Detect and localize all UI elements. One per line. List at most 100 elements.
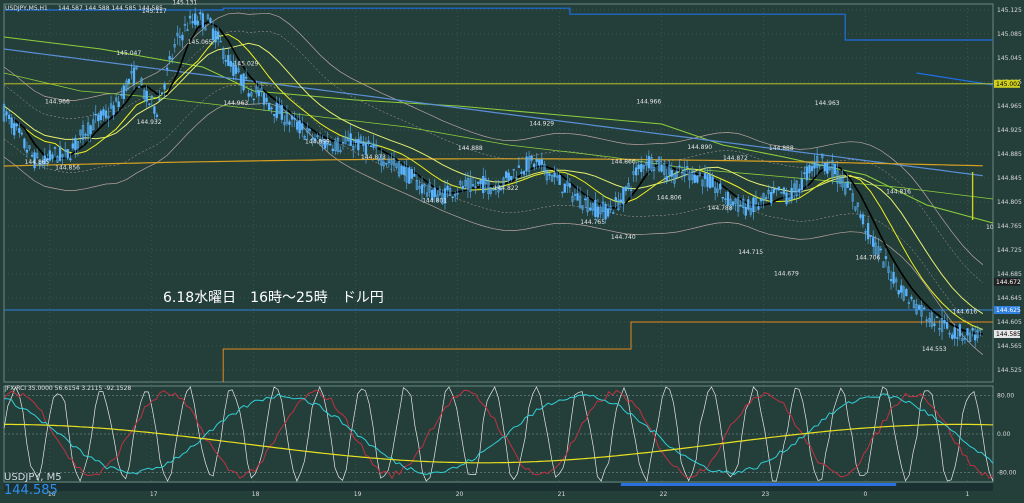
- price-annotation: 144.801: [422, 197, 447, 204]
- candle-body: [568, 183, 572, 188]
- price-annotation: 144.553: [922, 346, 947, 353]
- candle-body: [563, 183, 566, 193]
- candle-body: [670, 170, 673, 177]
- candle-body: [951, 334, 954, 339]
- candle-body: [859, 214, 862, 218]
- candle-body: [280, 105, 283, 120]
- candle-body: [293, 117, 296, 120]
- price-annotation: 144.856: [55, 164, 80, 171]
- candle-body: [764, 197, 768, 199]
- price-chart[interactable]: 80.000.00-80.00 145.131145.117145.047145…: [0, 0, 1024, 503]
- price-annotation: 144.806: [657, 194, 682, 201]
- candle-body: [7, 114, 11, 119]
- price-annotation: 145.131: [172, 0, 197, 6]
- candle-body: [112, 105, 115, 116]
- time-tick-label: 21: [558, 491, 566, 498]
- candle-body: [739, 204, 742, 207]
- candle-body: [273, 113, 276, 116]
- candle-body: [84, 133, 87, 136]
- candle-body: [504, 171, 508, 178]
- candle-body: [606, 208, 610, 217]
- price-tick-label: 144.725: [997, 247, 1022, 254]
- candle-body: [726, 191, 730, 206]
- candle-body: [770, 191, 773, 204]
- price-annotation: 145.029: [234, 61, 259, 68]
- price-tick-label: 145.085: [997, 31, 1022, 38]
- candle-body: [647, 156, 651, 169]
- session-highlight: [620, 483, 897, 486]
- candle-body: [158, 98, 161, 101]
- candle-body: [155, 114, 159, 117]
- candle-body: [790, 187, 793, 200]
- candle-body: [104, 110, 108, 119]
- candle-body: [357, 139, 360, 151]
- price-annotation: 144.932: [137, 119, 162, 126]
- candle-body: [680, 171, 684, 174]
- candle-body: [290, 115, 294, 120]
- price-annotation: 144.816: [886, 188, 911, 195]
- candle-body: [785, 192, 788, 205]
- candle-body: [711, 176, 714, 188]
- candle-body: [558, 174, 561, 186]
- price-marker-label: 145.002: [996, 81, 1021, 88]
- candle-body: [10, 117, 13, 129]
- price-annotation: 144.679: [774, 271, 799, 278]
- candle-body: [252, 98, 255, 101]
- candle-body: [576, 193, 579, 201]
- candle-body: [974, 334, 977, 341]
- candle-body: [637, 164, 640, 170]
- candle-body: [127, 78, 131, 84]
- candle-body: [168, 56, 171, 60]
- candle-body: [604, 203, 607, 220]
- price-annotation: 144.899: [305, 139, 330, 146]
- candle-body: [803, 172, 806, 174]
- candle-body: [191, 21, 194, 24]
- price-marker-label: 144.625: [996, 307, 1021, 314]
- price-annotation: 144.890: [687, 144, 712, 151]
- candle-body: [584, 198, 587, 201]
- candle-body: [201, 13, 204, 28]
- candle-body: [214, 30, 217, 43]
- chart-caption: 6.18水曜日 16時～25時 ドル円: [163, 290, 384, 306]
- price-tick-label: 144.845: [997, 175, 1022, 182]
- indicator-tick-label: -80.00: [997, 469, 1017, 476]
- price-annotation: 144.873: [361, 154, 386, 161]
- price-tick-label: 144.605: [997, 319, 1022, 326]
- candle-body: [665, 175, 668, 181]
- candle-body: [782, 187, 786, 195]
- candle-body: [23, 138, 26, 149]
- candle-body: [117, 101, 120, 108]
- candle-body: [20, 132, 23, 135]
- candle-body: [525, 156, 528, 172]
- candle-body: [227, 55, 230, 66]
- candle-body: [861, 214, 865, 225]
- time-tick-label: 18: [252, 491, 260, 498]
- candle-body: [461, 185, 464, 189]
- price-annotation: 144.788: [708, 205, 733, 212]
- candle-body: [759, 198, 763, 202]
- candle-body: [846, 181, 849, 188]
- candle-body: [971, 328, 974, 331]
- candle-body: [385, 163, 388, 165]
- candle-body: [15, 123, 18, 127]
- candle-body: [58, 146, 62, 161]
- candle-body: [18, 128, 21, 133]
- candle-body: [634, 167, 638, 176]
- candle-body: [892, 271, 895, 284]
- candle-body: [165, 67, 169, 70]
- candle-body: [160, 92, 164, 95]
- candle-body: [364, 142, 368, 155]
- candle-body: [224, 59, 227, 62]
- candle-body: [369, 145, 373, 148]
- candle-body: [199, 12, 202, 15]
- candle-body: [517, 165, 521, 168]
- price-annotation: 145.065: [188, 39, 213, 46]
- candle-body: [872, 237, 875, 247]
- candle-body: [181, 34, 184, 41]
- candle-body: [74, 137, 77, 151]
- candle-body: [708, 174, 712, 188]
- candle-body: [719, 183, 722, 190]
- symbol-footer: USDJPY, M5: [4, 472, 62, 483]
- candle-body: [810, 166, 814, 172]
- candle-body: [410, 169, 413, 179]
